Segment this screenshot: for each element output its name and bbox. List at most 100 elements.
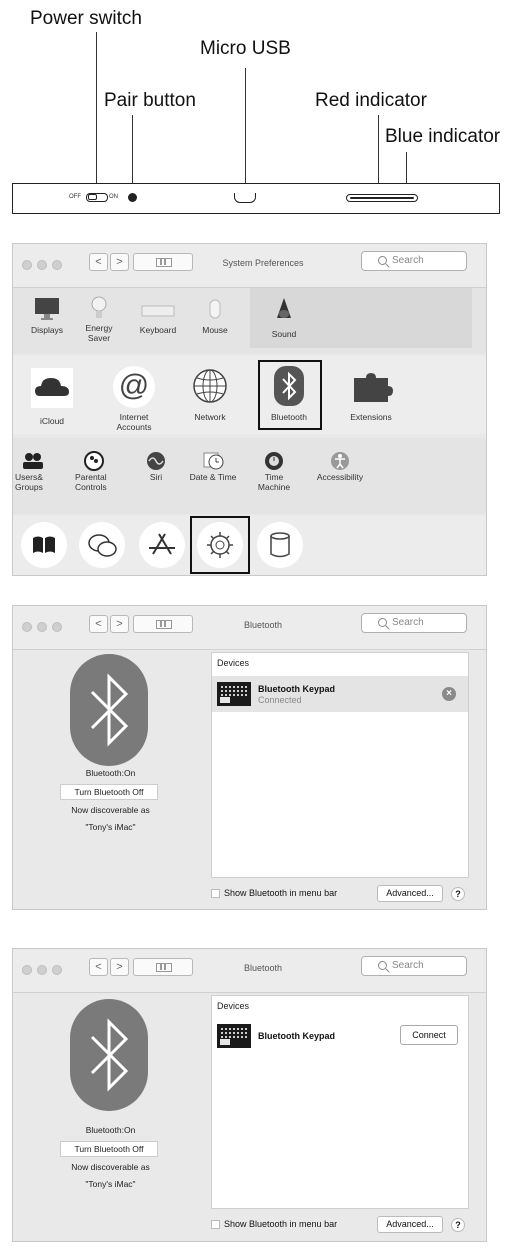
show-all-button[interactable]: [133, 958, 193, 976]
search-field[interactable]: Search: [361, 613, 467, 633]
forward-button[interactable]: >: [110, 253, 129, 271]
bluetooth-footer: Show Bluetooth in menu bar Advanced... ?: [211, 885, 471, 903]
show-all-button[interactable]: [133, 253, 193, 271]
window-controls: [22, 965, 62, 975]
pref-extensions[interactable]: Extensions: [339, 372, 403, 422]
search-field[interactable]: Search: [361, 956, 467, 976]
help-button[interactable]: ?: [451, 1218, 465, 1232]
forward-button[interactable]: >: [110, 958, 129, 976]
window-title: System Preferences: [222, 258, 304, 268]
window-controls: [22, 260, 62, 270]
micro-usb-port: [234, 193, 256, 203]
close-light[interactable]: [22, 965, 32, 975]
discoverable-text: Now discoverable as: [71, 805, 150, 815]
help-button[interactable]: ?: [451, 887, 465, 901]
pref-mouse[interactable]: Mouse: [193, 296, 237, 335]
zoom-light[interactable]: [52, 622, 62, 632]
forward-button[interactable]: >: [110, 615, 129, 633]
connect-button[interactable]: Connect: [400, 1025, 458, 1045]
back-button[interactable]: <: [89, 958, 108, 976]
device-row[interactable]: Bluetooth Keypad Connect: [212, 1018, 468, 1054]
grid-icon: [156, 963, 172, 972]
show-in-menu-checkbox[interactable]: [211, 1220, 220, 1229]
keypad-icon: [217, 1024, 251, 1048]
search-icon: [378, 618, 387, 627]
pref-network[interactable]: Network: [185, 366, 235, 422]
window-controls: [22, 622, 62, 632]
pref-icloud[interactable]: iCloud: [27, 368, 77, 426]
pref-siri[interactable]: Siri: [141, 450, 171, 482]
pref-sound[interactable]: Sound: [259, 296, 309, 339]
bluetooth-window-connect: < > Bluetooth Search Bluetooth:On Turn B…: [12, 948, 487, 1242]
leader-micro-usb: [245, 68, 246, 194]
gear-highlight: [190, 516, 250, 574]
advanced-button[interactable]: Advanced...: [377, 1216, 443, 1233]
bluetooth-status-panel: Bluetooth:On Turn Bluetooth Off Now disc…: [13, 993, 208, 1241]
pref-energy-saver[interactable]: Energy Saver: [77, 294, 121, 343]
advanced-button[interactable]: Advanced...: [377, 885, 443, 902]
chat-icon[interactable]: [79, 522, 125, 568]
device-name: Bluetooth Keypad: [258, 684, 336, 694]
discoverable-text: Now discoverable as: [71, 1162, 150, 1172]
pref-time-machine[interactable]: Time Machine: [253, 450, 295, 492]
devices-list: Devices Bluetooth Keypad Connected ×: [211, 652, 469, 878]
turn-bluetooth-off-button[interactable]: Turn Bluetooth Off: [60, 784, 158, 800]
show-in-menu-checkbox[interactable]: [211, 889, 220, 898]
siri-icon: [147, 452, 165, 470]
search-field[interactable]: Search: [361, 251, 467, 271]
window-title: Bluetooth: [243, 963, 283, 973]
indicator-strip: [346, 194, 418, 202]
globe-icon: [193, 369, 227, 403]
lightbulb-icon: [91, 296, 107, 318]
pref-date-time[interactable]: Date & Time: [183, 448, 243, 482]
show-all-button[interactable]: [133, 615, 193, 633]
zoom-light[interactable]: [52, 965, 62, 975]
pref-keyboard[interactable]: Keyboard: [131, 296, 185, 335]
keypad-icon: [217, 682, 251, 706]
time-machine-icon: [265, 452, 283, 470]
remove-device-icon[interactable]: ×: [442, 687, 456, 701]
system-preferences-window: < > System Preferences Search Displays E…: [12, 243, 487, 576]
titlebar: < > System Preferences Search: [13, 244, 486, 288]
back-button[interactable]: <: [89, 615, 108, 633]
bluetooth-footer: Show Bluetooth in menu bar Advanced... ?: [211, 1216, 471, 1234]
pref-internet-accounts[interactable]: @ Internet Accounts: [105, 366, 163, 432]
show-in-menu-label: Show Bluetooth in menu bar: [224, 888, 338, 898]
pref-displays[interactable]: Displays: [19, 296, 75, 335]
callout-power-switch: Power switch: [30, 8, 142, 29]
turn-bluetooth-off-button[interactable]: Turn Bluetooth Off: [60, 1141, 158, 1157]
callout-pair-button: Pair button: [104, 90, 196, 111]
device-row[interactable]: Bluetooth Keypad Connected ×: [212, 676, 468, 712]
pref-accessibility[interactable]: Accessibility: [307, 450, 373, 482]
titlebar: < > Bluetooth Search: [13, 949, 486, 993]
pref-parental-controls[interactable]: Parental Controls: [75, 450, 119, 492]
close-light[interactable]: [22, 260, 32, 270]
zoom-light[interactable]: [52, 260, 62, 270]
bluetooth-status-text: Bluetooth:On: [85, 1125, 136, 1135]
window-title: Bluetooth: [243, 620, 283, 630]
callout-blue-indicator: Blue indicator: [385, 126, 501, 147]
prefs-row-other: [13, 516, 486, 575]
cylinder-icon[interactable]: [257, 522, 303, 568]
prefs-row-hardware: Displays Energy Saver Keyboard Mouse Sou…: [13, 288, 486, 354]
book-icon[interactable]: [21, 522, 67, 568]
search-icon: [378, 961, 387, 970]
app-store-icon[interactable]: [139, 522, 185, 568]
minimize-light[interactable]: [37, 260, 47, 270]
minimize-light[interactable]: [37, 965, 47, 975]
minimize-light[interactable]: [37, 622, 47, 632]
grid-icon: [156, 258, 172, 267]
devices-header: Devices: [217, 1001, 250, 1011]
at-sign-icon: @: [113, 366, 155, 408]
close-light[interactable]: [22, 622, 32, 632]
bluetooth-icon: [70, 999, 148, 1111]
clock-calendar-icon: [203, 452, 224, 470]
puzzle-icon: [354, 373, 393, 402]
bluetooth-highlight: [258, 360, 322, 430]
pair-button: [128, 193, 137, 202]
switch-on-label: ON: [109, 194, 118, 200]
pref-users-groups[interactable]: Users& Groups: [15, 452, 59, 492]
grid-icon: [156, 620, 172, 629]
bluetooth-status-panel: Bluetooth:On Turn Bluetooth Off Now disc…: [13, 650, 208, 909]
back-button[interactable]: <: [89, 253, 108, 271]
